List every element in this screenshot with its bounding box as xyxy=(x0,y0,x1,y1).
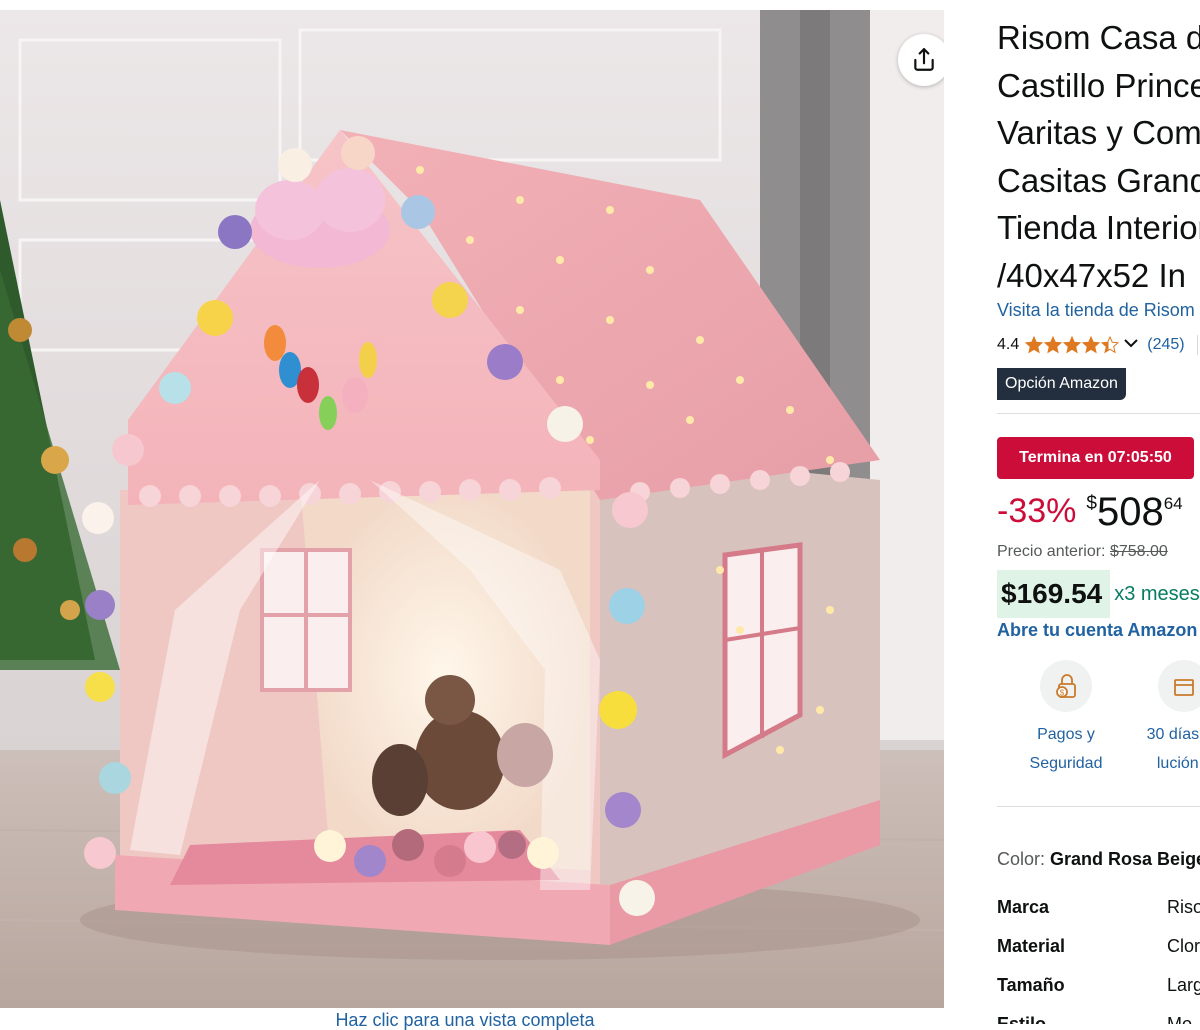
spec-value: Risom xyxy=(1167,897,1200,917)
store-link[interactable]: Visita la tienda de Risom xyxy=(997,300,1195,321)
product-image[interactable] xyxy=(0,10,944,1008)
price-row: -33% $ 508 64 xyxy=(997,488,1183,538)
image-full-view-link[interactable]: Haz clic para una vista completa xyxy=(0,1010,930,1030)
rating-divider xyxy=(1196,335,1198,355)
ratings-count-link[interactable]: (245) xyxy=(1147,336,1184,354)
svg-text:$: $ xyxy=(1060,689,1065,698)
spec-value: Mo xyxy=(1167,1014,1193,1024)
product-title-line: Tienda Interior xyxy=(997,209,1200,246)
section-divider xyxy=(997,806,1200,807)
product-title-line: Casitas Grandes xyxy=(997,161,1200,199)
section-divider xyxy=(997,413,1200,414)
feature-secure-payments[interactable]: $ Pagos y Seguridad xyxy=(1011,660,1121,778)
spec-key: Marca xyxy=(997,897,1050,917)
share-button[interactable] xyxy=(898,34,944,86)
product-title-line: Risom Casa de xyxy=(997,19,1200,56)
feature-label: Seguridad xyxy=(1029,755,1103,772)
star-rating[interactable] xyxy=(1025,336,1121,354)
spec-value: Cloro xyxy=(1167,936,1200,956)
installment-offer: $169.54 x3 meses xyxy=(997,570,1200,618)
product-title-line: Castillo Princesa xyxy=(997,66,1200,104)
product-details-panel: Risom Casa de Castillo Princesa Varitas … xyxy=(997,0,1200,1024)
spec-key: Estilo xyxy=(997,1014,1047,1024)
feature-returns[interactable]: 30 días de lución s xyxy=(1129,660,1200,778)
color-label: Color: xyxy=(997,849,1046,869)
product-title: Risom Casa de Castillo Princesa Varitas … xyxy=(997,14,1200,299)
secure-payment-icon: $ xyxy=(1040,660,1092,712)
color-selection: Color: Grand Rosa Beige xyxy=(997,849,1200,870)
feature-label: lución s xyxy=(1156,755,1200,772)
return-box-icon xyxy=(1158,660,1200,712)
previous-price: Precio anterior: $758.00 xyxy=(997,543,1168,561)
chevron-down-icon[interactable] xyxy=(1123,336,1139,354)
price-currency: $ xyxy=(1086,493,1097,514)
product-title-line: /40x47x52 In xyxy=(997,256,1186,294)
share-icon xyxy=(911,47,937,73)
rating-value: 4.4 xyxy=(997,336,1020,353)
stars-icon xyxy=(1025,336,1120,354)
feature-label: Pagos y xyxy=(1037,726,1095,743)
spec-key: Tamaño xyxy=(997,975,1065,995)
spec-value: Large xyxy=(1167,975,1200,995)
feature-label: 30 días de xyxy=(1146,726,1200,743)
previous-price-value: $758.00 xyxy=(1109,543,1168,560)
spec-key: Material xyxy=(997,936,1066,956)
color-value: Grand Rosa Beige xyxy=(1050,849,1200,869)
price-whole: 508 xyxy=(1096,490,1164,534)
price-fraction: 64 xyxy=(1163,494,1183,513)
amazon-choice-badge: Opción Amazon xyxy=(997,368,1126,400)
discount-percent: -33% xyxy=(997,492,1077,530)
deal-countdown-badge: Termina en 07:05:50 xyxy=(997,437,1194,479)
product-title-line: Varitas y Come xyxy=(997,114,1200,151)
play-tent-illustration xyxy=(0,10,944,1008)
installment-months: x3 meses xyxy=(1114,582,1200,605)
rating-row: 4.4 (245) xyxy=(997,334,1198,356)
previous-price-label: Precio anterior: xyxy=(997,543,1106,560)
open-account-link[interactable]: Abre tu cuenta Amazon xyxy=(997,620,1197,641)
installment-amount: $169.54 xyxy=(997,570,1111,618)
